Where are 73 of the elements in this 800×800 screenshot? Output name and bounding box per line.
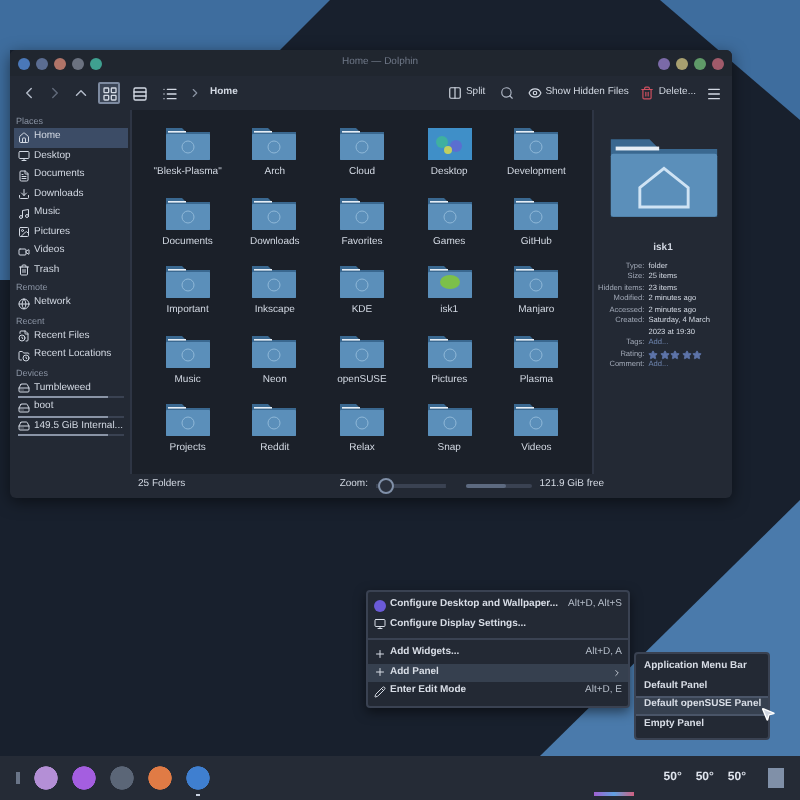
app-icon[interactable]: [148, 766, 172, 796]
star-icon[interactable]: [681, 349, 692, 360]
folder-icon: [163, 126, 212, 163]
view-mode-button[interactable]: [98, 82, 120, 104]
download-icon: [18, 188, 30, 201]
drive-icon: [18, 382, 30, 395]
list-view-icon: [161, 85, 177, 101]
slider-handle[interactable]: [378, 478, 395, 494]
globe-icon: [18, 297, 30, 310]
eye-icon: [527, 86, 542, 100]
folder-icon: [337, 195, 386, 232]
drive-icon: [18, 420, 30, 433]
image-icon: [18, 226, 30, 239]
compact-view-icon: [131, 85, 147, 101]
folder-icon: [512, 333, 561, 370]
folder-icon: [250, 402, 299, 439]
folder-icon: [163, 195, 212, 232]
app-icon[interactable]: [186, 766, 210, 796]
folder-icon: [250, 126, 299, 163]
drive-icon: [18, 401, 30, 414]
music-icon: [18, 207, 30, 220]
plus-icon: [374, 666, 386, 679]
image-thumbnail-icon: [425, 126, 474, 163]
display-icon: [374, 618, 386, 631]
breadcrumb-separator-icon: [188, 86, 202, 100]
folder-icon: [512, 126, 561, 163]
folder-clock-icon: [18, 349, 30, 362]
forward-icon[interactable]: [46, 84, 64, 102]
system-monitor-graph: [593, 792, 634, 796]
folder-icon: [250, 264, 299, 301]
folder-icon: [512, 195, 561, 232]
folder-icon: [425, 402, 474, 439]
monitor-icon: [18, 150, 30, 163]
menu-icon[interactable]: [706, 85, 722, 101]
zoom-slider[interactable]: [375, 478, 446, 494]
file-clock-icon: [18, 330, 30, 343]
star-icon[interactable]: [659, 349, 670, 360]
folder-icon: [512, 264, 561, 301]
folder-icon: [163, 264, 212, 301]
folder-icon: [337, 402, 386, 439]
wallpaper-icon: [374, 599, 386, 612]
folder-icon: [605, 134, 721, 222]
search-icon[interactable]: [499, 86, 514, 100]
folder-icon: [250, 195, 299, 232]
back-icon[interactable]: [20, 84, 38, 102]
trash-icon: [640, 86, 655, 100]
folder-emblem-icon: [425, 264, 474, 301]
folder-icon: [425, 195, 474, 232]
video-icon: [18, 245, 30, 258]
star-icon[interactable]: [648, 349, 659, 360]
folder-icon: [337, 264, 386, 301]
app-icon[interactable]: [72, 766, 96, 796]
home-icon: [18, 131, 30, 144]
pointer-icon: [760, 706, 776, 722]
document-icon: [18, 169, 30, 182]
star-icon[interactable]: [692, 349, 703, 360]
folder-icon: [337, 333, 386, 370]
view-mode-button[interactable]: [128, 82, 150, 104]
folder-icon: [163, 402, 212, 439]
folder-icon: [425, 333, 474, 370]
up-icon[interactable]: [72, 84, 90, 102]
plus-icon: [374, 647, 386, 660]
star-icon[interactable]: [670, 349, 681, 360]
folder-icon: [512, 402, 561, 439]
app-icon[interactable]: [110, 766, 134, 796]
split-icon: [447, 86, 462, 100]
grid-view-icon: [101, 85, 117, 101]
trash-icon: [18, 264, 30, 277]
folder-icon: [163, 333, 212, 370]
folder-icon: [250, 333, 299, 370]
folder-icon: [337, 126, 386, 163]
app-icon[interactable]: [34, 766, 58, 796]
pencil-icon: [374, 685, 386, 698]
